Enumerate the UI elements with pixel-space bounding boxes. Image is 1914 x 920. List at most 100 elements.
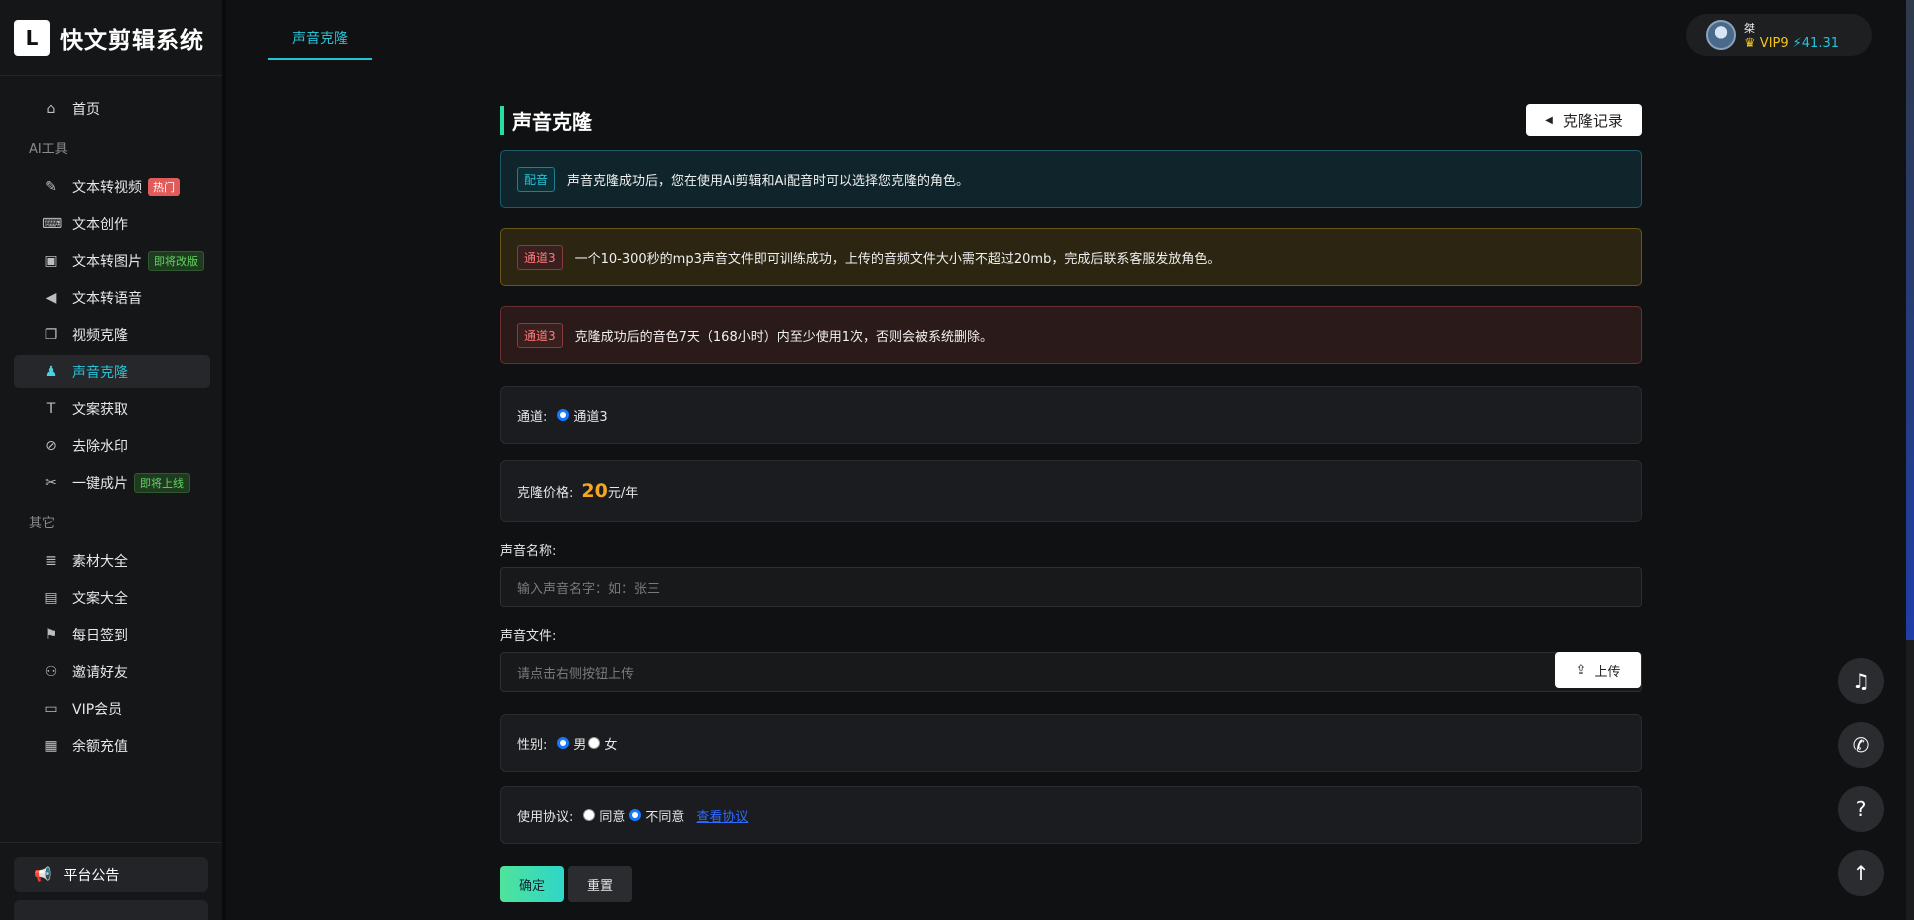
tab-voice-clone[interactable]: 声音克隆 bbox=[268, 18, 372, 60]
sidebar-item[interactable]: ⊘ 去除水印 bbox=[14, 429, 210, 462]
sidebar-item[interactable]: ▤ 文案大全 bbox=[14, 581, 210, 614]
disagree-radio[interactable] bbox=[629, 809, 642, 821]
scissors-icon: ✂ bbox=[45, 474, 57, 491]
menu-badge: 即将上线 bbox=[134, 472, 190, 493]
voice-file-placeholder: 请点击右侧按钮上传 bbox=[517, 666, 635, 682]
sidebar-item-label: VIP会员 bbox=[72, 701, 123, 718]
sidebar-bottom: 📢 平台公告 bbox=[0, 842, 222, 920]
sidebar-item[interactable]: ⌂ 首页 bbox=[14, 92, 210, 125]
sidebar-item[interactable]: ❐ 视频克隆 bbox=[14, 318, 210, 351]
help-button[interactable]: ? bbox=[1838, 786, 1884, 832]
sidebar-item[interactable]: ◀ 文本转语音 bbox=[14, 281, 210, 314]
price-panel: 克隆价格: 20 元/年 bbox=[500, 460, 1642, 522]
sidebar-item[interactable]: ▣ 文本转图片 即将改版 bbox=[14, 244, 210, 277]
keyboard-icon: ⌨ bbox=[42, 215, 63, 232]
logo[interactable]: L 快文剪辑系统 bbox=[0, 0, 222, 76]
sidebar-item[interactable]: ≣ 素材大全 bbox=[14, 544, 210, 577]
channel-option[interactable]: 通道3 bbox=[573, 406, 607, 425]
sidebar-item-label: 文本转图片 bbox=[72, 253, 142, 270]
gender-panel: 性别: 男 女 bbox=[500, 714, 1642, 772]
sidebar-item[interactable]: ▭ VIP会员 bbox=[14, 692, 210, 725]
sidebar-item-label: 素材大全 bbox=[72, 553, 128, 570]
text-height-icon: T bbox=[46, 400, 56, 417]
sidebar-item[interactable]: ⚑ 每日签到 bbox=[14, 618, 210, 651]
channel-panel: 通道: 通道3 bbox=[500, 386, 1642, 444]
invite-icon: ⚇ bbox=[44, 663, 58, 680]
sidebar-item-label: 文案大全 bbox=[72, 590, 128, 607]
sidebar-item[interactable]: ▦ 余额充值 bbox=[14, 729, 210, 762]
sidebar-item[interactable]: ✎ 文本转视频 热门 bbox=[14, 170, 210, 203]
arrow-up-icon: ↑ bbox=[1852, 861, 1870, 885]
reset-button[interactable]: 重置 bbox=[568, 866, 632, 902]
sidebar-item-label: 余额充值 bbox=[72, 738, 128, 755]
gender-label: 性别: bbox=[517, 737, 548, 753]
sidebar-item-label: 文本转语音 bbox=[72, 290, 142, 307]
avatar bbox=[1706, 20, 1736, 50]
sidebar-item[interactable]: ✂ 一键成片 即将上线 bbox=[14, 466, 210, 499]
clone-record-button[interactable]: ◀ 克隆记录 bbox=[1526, 104, 1642, 136]
platform-notice-button[interactable]: 📢 平台公告 bbox=[14, 857, 208, 892]
back-to-top-button[interactable]: ↑ bbox=[1838, 850, 1884, 896]
voice-name-input[interactable]: 输入声音名字：如：张三 bbox=[500, 567, 1642, 607]
scrollbar-thumb[interactable] bbox=[1906, 0, 1914, 640]
caret-left-icon: ◀ bbox=[1545, 114, 1553, 126]
help-icon: ? bbox=[1855, 797, 1867, 821]
scrollbar[interactable] bbox=[1906, 0, 1914, 920]
alert-dubbing: 配音 声音克隆成功后，您在使用Ai剪辑和Ai配音时可以选择您克隆的角色。 bbox=[500, 150, 1642, 208]
home-icon: ⌂ bbox=[46, 100, 56, 117]
sidebar-item[interactable]: T 文案获取 bbox=[14, 392, 210, 425]
channel-label: 通道: bbox=[517, 409, 548, 425]
alert-tag: 通道3 bbox=[517, 322, 563, 348]
price-amount: 20 bbox=[581, 480, 608, 502]
user-box[interactable]: 桀 ♛ VIP9 ⚡41.31 bbox=[1686, 14, 1872, 56]
gender-female-radio[interactable] bbox=[588, 737, 601, 749]
upload-label: 上传 bbox=[1594, 664, 1621, 680]
sidebar-item-label: 去除水印 bbox=[72, 438, 128, 455]
confirm-button[interactable]: 确定 bbox=[500, 866, 564, 902]
sidebar-item[interactable]: ⌨ 文本创作 bbox=[14, 207, 210, 240]
upload-icon: ⇪ bbox=[1575, 662, 1587, 678]
gender-male-radio[interactable] bbox=[557, 737, 570, 749]
alert-text: 声音克隆成功后，您在使用Ai剪辑和Ai配音时可以选择您克隆的角色。 bbox=[567, 173, 970, 189]
voice-file-input[interactable]: 请点击右侧按钮上传 ⇪ 上传 bbox=[500, 652, 1642, 692]
sidebar-item-label: 声音克隆 bbox=[72, 364, 128, 381]
agree-label[interactable]: 同意 bbox=[599, 806, 625, 825]
vip-level: VIP9 bbox=[1759, 35, 1789, 51]
id-card-icon: ▭ bbox=[44, 700, 58, 717]
book-icon: ▤ bbox=[44, 589, 58, 606]
sidebar-item-label: 文本转视频 bbox=[72, 179, 142, 196]
channel-radio[interactable] bbox=[557, 409, 570, 421]
alert-text: 一个10-300秒的mp3声音文件即可训练成功，上传的音频文件大小需不超过20m… bbox=[574, 251, 1221, 267]
disagree-label[interactable]: 不同意 bbox=[645, 806, 684, 825]
wechat-icon: ✆ bbox=[1852, 733, 1870, 757]
sidebar-item[interactable]: ♟ 声音克隆 bbox=[14, 355, 210, 388]
agree-radio[interactable] bbox=[583, 809, 596, 821]
upload-button[interactable]: ⇪ 上传 bbox=[1555, 652, 1641, 688]
wechat-button[interactable]: ✆ bbox=[1838, 722, 1884, 768]
flag-icon: ⚑ bbox=[44, 626, 58, 643]
view-agreement-link[interactable]: 查看协议 bbox=[696, 806, 748, 825]
app-title: 快文剪辑系统 bbox=[60, 27, 204, 54]
copy-icon: ❐ bbox=[44, 326, 58, 343]
alert-channel-file: 通道3 一个10-300秒的mp3声音文件即可训练成功，上传的音频文件大小需不超… bbox=[500, 228, 1642, 286]
alert-tag: 配音 bbox=[517, 166, 556, 192]
sidebar-item[interactable]: ⚇ 邀请好友 bbox=[14, 655, 210, 688]
sidebar-bottom-button[interactable] bbox=[14, 900, 208, 920]
music-button[interactable]: ♫ bbox=[1838, 658, 1884, 704]
agreement-label: 使用协议: bbox=[517, 809, 574, 825]
menu-group-label: 其它 bbox=[29, 516, 56, 531]
bolt-icon: ⚡ bbox=[1792, 35, 1802, 51]
alert-tag: 通道3 bbox=[517, 244, 563, 270]
no-droplet-icon: ⊘ bbox=[45, 437, 57, 454]
speaker-icon: ◀ bbox=[45, 289, 57, 306]
gender-female-label[interactable]: 女 bbox=[604, 734, 617, 753]
gender-male-label[interactable]: 男 bbox=[573, 734, 586, 753]
wallet-icon: ▦ bbox=[44, 737, 58, 754]
sidebar-item-label: 一键成片 bbox=[72, 475, 128, 492]
alert-text: 克隆成功后的音色7天（168小时）内至少使用1次，否则会被系统删除。 bbox=[574, 329, 993, 345]
sidebar: L 快文剪辑系统 ⌂ 首页 AI工具 ✎ 文本转视频 热门 ⌨ 文本创作 ▣ 文本转图片 即将改版 ◀… bbox=[0, 0, 226, 920]
price-label: 克隆价格: bbox=[517, 485, 574, 501]
page-title: 声音克隆 bbox=[500, 106, 592, 135]
price-unit: 元/年 bbox=[607, 485, 639, 501]
menu-badge: 即将改版 bbox=[148, 250, 204, 271]
